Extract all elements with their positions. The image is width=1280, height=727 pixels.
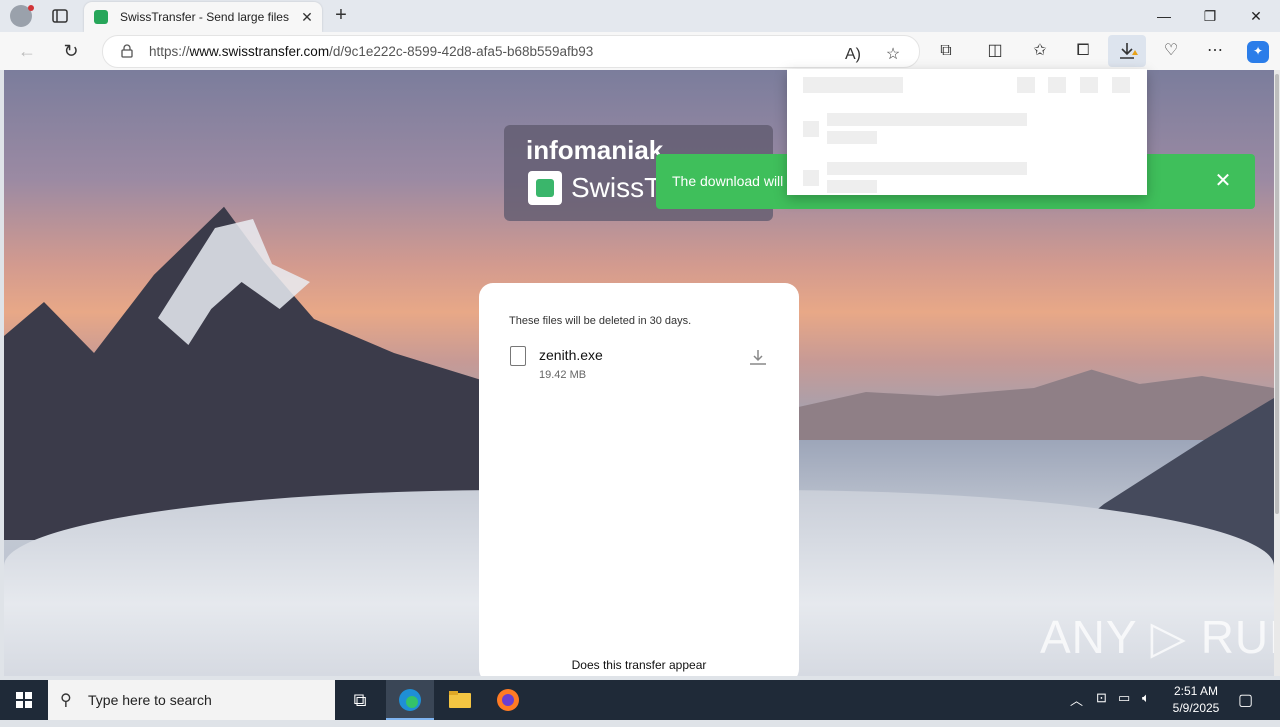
- restore-button[interactable]: ❐: [1200, 6, 1220, 26]
- download-item-icon-placeholder: [803, 121, 819, 137]
- url-text[interactable]: https://www.swisstransfer.com/d/9c1e222c…: [149, 44, 593, 59]
- tab-bar: SwissTransfer - Send large files se ✕ + …: [0, 0, 1280, 32]
- deletion-notice: These files will be deleted in 30 days.: [509, 315, 692, 327]
- flyout-action-placeholder: [1017, 77, 1035, 93]
- download-item-name-placeholder: [827, 113, 1027, 126]
- refresh-icon[interactable]: ↻: [60, 40, 82, 62]
- tab-title: SwissTransfer - Send large files se: [120, 10, 292, 24]
- download-item-icon-placeholder: [803, 170, 819, 186]
- notification-icon[interactable]: ▢: [1238, 690, 1253, 710]
- flyout-title-placeholder: [803, 77, 903, 93]
- download-item-status-placeholder: [827, 131, 877, 144]
- search-icon: ⚲: [60, 692, 72, 709]
- copilot-icon[interactable]: ✦: [1247, 41, 1269, 63]
- clock-date: 5/9/2025: [1172, 701, 1220, 715]
- toast-message: The download will: [672, 173, 784, 189]
- edge-taskbar-icon[interactable]: [386, 680, 434, 720]
- read-aloud-icon[interactable]: A): [843, 45, 863, 65]
- file-name[interactable]: zenith.exe: [539, 347, 603, 363]
- browser-essentials-icon[interactable]: ♡: [1161, 41, 1181, 61]
- swisstransfer-logo-icon: [528, 171, 562, 205]
- split-screen-icon[interactable]: ◫: [985, 41, 1005, 61]
- taskbar-search-box[interactable]: ⚲ Type here to search: [48, 680, 335, 720]
- address-bar[interactable]: https://www.swisstransfer.com/d/9c1e222c…: [102, 35, 920, 68]
- back-arrow-icon[interactable]: ←: [16, 40, 38, 62]
- swisstransfer-favicon-icon: [94, 10, 108, 24]
- file-explorer-icon[interactable]: [436, 680, 484, 720]
- close-tab-icon[interactable]: ✕: [298, 8, 316, 26]
- start-button[interactable]: [0, 680, 48, 720]
- tray-app-icon[interactable]: ⊡: [1096, 690, 1107, 706]
- windows-taskbar: ⚲ Type here to search ⧉ ︿ ⊡ ▭ 🔈︎ 2:51 AM…: [0, 680, 1280, 720]
- more-menu-icon[interactable]: ⋯: [1205, 41, 1225, 61]
- lock-icon[interactable]: [121, 44, 133, 58]
- flyout-action-placeholder: [1048, 77, 1066, 93]
- favorites-icon[interactable]: ✩: [1030, 41, 1050, 61]
- windows-logo-icon: [16, 692, 32, 708]
- anyrun-watermark: ANY ▷ RUN: [1040, 611, 1274, 663]
- download-item-status-placeholder: [827, 180, 877, 193]
- downloads-flyout: [787, 69, 1147, 195]
- file-size: 19.42 MB: [539, 369, 587, 381]
- favorite-star-icon[interactable]: ☆: [883, 45, 903, 65]
- page-scrollbar[interactable]: [1274, 70, 1280, 676]
- toast-close-icon[interactable]: ✕: [1211, 169, 1235, 193]
- file-icon: [510, 346, 526, 366]
- flyout-action-placeholder: [1112, 77, 1130, 93]
- minimize-button[interactable]: —: [1154, 6, 1174, 26]
- background-hills: [794, 369, 1274, 440]
- infomaniak-logo: infomaniak: [526, 135, 664, 165]
- clock-time: 2:51 AM: [1173, 684, 1219, 698]
- close-window-button[interactable]: ✕: [1246, 6, 1266, 26]
- new-tab-button[interactable]: +: [330, 4, 352, 26]
- download-item-name-placeholder: [827, 162, 1027, 175]
- collections-icon[interactable]: ⧠: [1073, 41, 1093, 61]
- scrollbar-thumb[interactable]: [1275, 74, 1279, 514]
- search-placeholder: Type here to search: [88, 692, 212, 708]
- transfer-card: These files will be deleted in 30 days. …: [479, 283, 799, 676]
- downloads-button[interactable]: [1108, 35, 1146, 67]
- taskbar-clock[interactable]: 2:51 AM 5/9/2025: [1166, 683, 1226, 717]
- tab-actions-icon[interactable]: [50, 6, 70, 26]
- task-view-icon[interactable]: ⧉: [336, 680, 384, 720]
- file-download-icon[interactable]: [747, 347, 769, 369]
- extensions-icon[interactable]: ⧉: [936, 41, 956, 61]
- profile-notification-dot: [28, 5, 34, 11]
- firefox-icon[interactable]: [484, 680, 532, 720]
- volume-icon[interactable]: 🔈︎: [1142, 690, 1150, 706]
- tab-swisstransfer[interactable]: SwissTransfer - Send large files se ✕: [84, 2, 322, 32]
- browser-toolbar: ← ↻ https://www.swisstransfer.com/d/9c1e…: [0, 32, 1280, 70]
- network-icon[interactable]: ▭: [1118, 690, 1130, 706]
- flyout-action-placeholder: [1080, 77, 1098, 93]
- report-transfer-text: Does this transfer appear: [571, 658, 707, 672]
- tray-chevron-icon[interactable]: ︿: [1070, 690, 1083, 709]
